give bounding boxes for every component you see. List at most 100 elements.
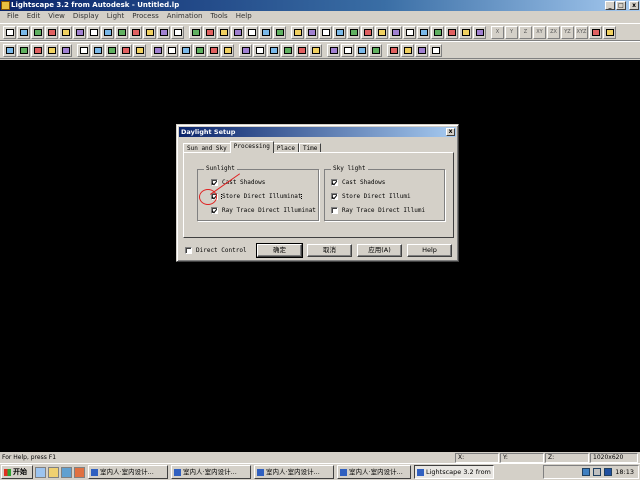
toolbar-button[interactable] [253,43,266,57]
view-axis-button[interactable]: ZX [547,25,560,39]
sun-ray-trace-checkbox[interactable]: Ray Trace Direct Illuminat [211,207,318,214]
outlook-quicklaunch-icon[interactable] [48,466,59,478]
toolbar-button[interactable] [189,25,202,39]
toolbar-button[interactable] [133,43,146,57]
apply-button[interactable]: 应用(A) [357,244,402,257]
direct-control-checkbox[interactable]: Direct Control [185,247,247,254]
toolbar-button[interactable] [59,43,72,57]
toolbar-button[interactable] [17,43,30,57]
toolbar-button[interactable] [87,25,100,39]
toolbar-button[interactable] [267,43,280,57]
toolbar-button[interactable] [165,43,178,57]
toolbar-button[interactable] [105,43,118,57]
toolbar-button[interactable] [369,43,382,57]
toolbar-button[interactable] [217,25,230,39]
network-tray-icon[interactable] [582,468,591,476]
help-button[interactable]: Help [407,244,452,257]
toolbar-button[interactable] [157,25,170,39]
sun-store-direct-checkbox[interactable]: Store Direct Illuminat [211,193,315,200]
toolbar-button[interactable] [119,43,132,57]
desktop-quicklaunch-icon[interactable] [61,466,72,478]
toolbar-button[interactable] [403,25,416,39]
toolbar-button[interactable] [59,25,72,39]
toolbar-button[interactable] [151,43,164,57]
view-axis-button[interactable]: Z [519,25,532,39]
toolbar-button[interactable] [603,25,616,39]
view-axis-button[interactable]: YZ [561,25,574,39]
toolbar-button[interactable] [401,43,414,57]
toolbar-button[interactable] [295,43,308,57]
toolbar-button[interactable] [115,25,128,39]
toolbar-button[interactable] [473,25,486,39]
toolbar-button[interactable] [589,25,602,39]
toolbar-button[interactable] [31,25,44,39]
toolbar-button[interactable] [417,25,430,39]
toolbar-button[interactable] [231,25,244,39]
toolbar-button[interactable] [45,25,58,39]
sun-cast-shadows-checkbox[interactable]: Cast Shadows [211,179,265,186]
toolbar-button[interactable] [259,25,272,39]
taskbar-item-2[interactable]: 室内人·室内设计... [254,465,334,479]
dialog-close-button[interactable]: x [446,128,455,136]
close-button[interactable]: x [629,1,639,10]
menu-light[interactable]: Light [103,11,128,22]
sky-store-direct-checkbox[interactable]: Store Direct Illumi [331,193,443,200]
maximize-button[interactable]: □ [616,1,626,10]
taskbar-item-0[interactable]: 室内人·室内设计... [88,465,168,479]
toolbar-button[interactable] [429,43,442,57]
toolbar-button[interactable] [347,25,360,39]
toolbar-button[interactable] [31,43,44,57]
toolbar-button[interactable] [333,25,346,39]
toolbar-button[interactable] [291,25,304,39]
toolbar-button[interactable] [355,43,368,57]
taskbar-item-3[interactable]: 室内人·室内设计... [337,465,411,479]
toolbar-button[interactable] [207,43,220,57]
cancel-button[interactable]: 取消 [307,244,352,257]
toolbar-button[interactable] [73,25,86,39]
toolbar-button[interactable] [3,25,16,39]
toolbar-button[interactable] [327,43,340,57]
media-quicklaunch-icon[interactable] [74,466,85,478]
toolbar-button[interactable] [459,25,472,39]
taskbar-item-lightscape[interactable]: Lightscape 3.2 from ... [414,465,494,479]
toolbar-button[interactable] [221,43,234,57]
toolbar-button[interactable] [431,25,444,39]
volume-tray-icon[interactable] [593,468,602,476]
toolbar-button[interactable] [203,25,216,39]
tab-processing[interactable]: Processing [229,141,274,153]
toolbar-button[interactable] [361,25,374,39]
taskbar-item-1[interactable]: 室内人·室内设计... [171,465,251,479]
menu-display[interactable]: Display [69,11,103,22]
sky-ray-trace-checkbox[interactable]: Ray Trace Direct Illumi [331,207,444,214]
toolbar-button[interactable] [17,25,30,39]
toolbar-button[interactable] [171,25,184,39]
view-axis-button[interactable]: X [491,25,504,39]
toolbar-button[interactable] [273,25,286,39]
menu-animation[interactable]: Animation [163,11,207,22]
toolbar-button[interactable] [239,43,252,57]
view-axis-button[interactable]: XY [533,25,546,39]
toolbar-button[interactable] [415,43,428,57]
menu-file[interactable]: File [3,11,23,22]
menu-view[interactable]: View [44,11,69,22]
toolbar-button[interactable] [389,25,402,39]
toolbar-button[interactable] [77,43,90,57]
toolbar-button[interactable] [309,43,322,57]
toolbar-button[interactable] [101,25,114,39]
ok-button[interactable]: 确定 [256,243,303,258]
toolbar-button[interactable] [445,25,458,39]
toolbar-button[interactable] [387,43,400,57]
toolbar-button[interactable] [245,25,258,39]
toolbar-button[interactable] [193,43,206,57]
toolbar-button[interactable] [3,43,16,57]
menu-process[interactable]: Process [128,11,163,22]
toolbar-button[interactable] [341,43,354,57]
toolbar-button[interactable] [319,25,332,39]
toolbar-button[interactable] [45,43,58,57]
view-axis-button[interactable]: XYZ [575,25,588,39]
toolbar-button[interactable] [91,43,104,57]
menu-help[interactable]: Help [232,11,256,22]
toolbar-button[interactable] [179,43,192,57]
menu-edit[interactable]: Edit [23,11,45,22]
toolbar-button[interactable] [305,25,318,39]
